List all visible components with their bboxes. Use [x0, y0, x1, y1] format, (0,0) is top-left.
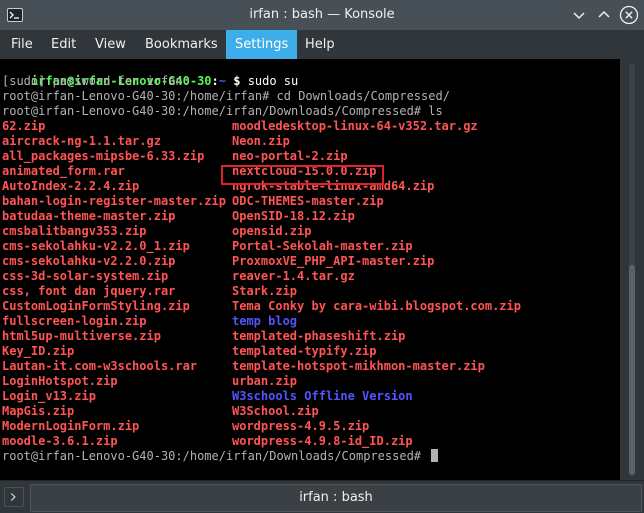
file-entry: neo-portal-2.zip — [232, 149, 348, 163]
title-bar[interactable]: irfan : bash — Konsole — [0, 0, 644, 30]
file-entry: LoginHotspot.zip — [2, 374, 118, 388]
output-line: root@irfan-Lenovo-G40-30:/home/irfan/Dow… — [2, 104, 443, 118]
tab-bar: irfan : bash — [0, 480, 644, 513]
file-entry: wordpress-4.9.8-id_ID.zip — [232, 434, 413, 448]
output-line: [sudo] password for irfan: — [2, 74, 190, 88]
file-entry: AutoIndex-2.2.4.zip — [2, 179, 140, 193]
close-icon[interactable] — [619, 5, 639, 25]
file-entry: Key_ID.zip — [2, 344, 75, 358]
file-entry: Stark.zip — [232, 284, 298, 298]
file-entry: CustomLoginFormStyling.zip — [2, 299, 190, 313]
output-line: root@irfan-Lenovo-G40-30:/home/irfan# cd… — [2, 89, 450, 103]
prompt-separator: : — [211, 74, 219, 88]
maximize-icon[interactable] — [594, 5, 614, 25]
file-entry: opensid.zip — [232, 224, 312, 238]
file-entry: moodledesktop-linux-64-v352.tar.gz — [232, 119, 478, 133]
minimize-icon[interactable] — [569, 5, 589, 25]
menu-view[interactable]: View — [86, 30, 135, 59]
file-entry: Lautan-it.com-w3schools.rar — [2, 359, 198, 373]
menu-edit[interactable]: Edit — [42, 30, 85, 59]
highlight-annotation-box — [221, 165, 384, 185]
file-entry: MapGis.zip — [2, 404, 75, 418]
menu-file[interactable]: File — [2, 30, 42, 59]
prompt-line: irfan@irfan-Lenovo-G40-30:~ $ sudo su — [2, 59, 298, 88]
file-entry: moodle-3.6.1.zip — [2, 434, 118, 448]
file-entry: reaver-1.4.tar.gz — [232, 269, 355, 283]
file-entry: ODC-THEMES-master.zip — [232, 194, 384, 208]
window-title: irfan : bash — Konsole — [249, 7, 395, 22]
file-entry: cms-sekolahku-v2.2.0_1.zip — [2, 239, 190, 253]
final-prompt-line: root@irfan-Lenovo-G40-30:/home/irfan/Dow… — [2, 449, 439, 464]
file-entry: templated-typify.zip — [232, 344, 377, 358]
file-entry: urban.zip — [232, 374, 298, 388]
prompt-dollar: $ — [226, 74, 248, 88]
file-entry: css-3d-solar-system.zip — [2, 269, 169, 283]
file-entry: Login_v13.zip — [2, 389, 96, 403]
tab-irfan-bash[interactable]: irfan : bash — [30, 484, 642, 512]
file-entry: bahan-login-register-master.zip — [2, 194, 226, 208]
final-prompt: root@irfan-Lenovo-G40-30:/home/irfan/Dow… — [2, 449, 429, 463]
menu-help[interactable]: Help — [296, 30, 344, 59]
file-entry: cms-sekolahku-v2.2.0.zip — [2, 254, 176, 268]
new-tab-icon[interactable] — [4, 487, 24, 507]
file-entry: Neon.zip — [232, 134, 290, 148]
file-entry: Portal-Sekolah-master.zip — [232, 239, 413, 253]
file-entry: ProxmoxVE_PHP_API-master.zip — [232, 254, 435, 268]
file-entry: template-hotspot-mikhmon-master.zip — [232, 359, 485, 373]
file-entry: 62.zip — [2, 119, 46, 133]
file-entry: cmsbalitbangv353.zip — [2, 224, 147, 238]
menu-bookmarks[interactable]: Bookmarks — [136, 30, 227, 59]
scrollbar-thumb[interactable] — [629, 265, 635, 475]
file-entry: W3schools Offline Version — [232, 389, 413, 403]
menu-settings[interactable]: Settings — [226, 30, 298, 59]
file-entry: wordpress-4.9.5.zip — [232, 419, 370, 433]
file-entry: aircrack-ng-1.1.tar.gz — [2, 134, 161, 148]
file-entry: Tema Conky by cara-wibi.blogspot.com.zip — [232, 299, 521, 313]
file-entry: fullscreen-login.zip — [2, 314, 147, 328]
file-entry: temp blog — [232, 314, 298, 328]
menu-bar: File Edit View Bookmarks Settings Help — [0, 30, 644, 59]
file-entry: css, font dan jquery.rar — [2, 284, 176, 298]
command-text: sudo su — [247, 74, 299, 88]
prompt-path: ~ — [218, 74, 226, 88]
file-entry: animated_form.rar — [2, 164, 125, 178]
file-entry: all_packages-mipsbe-6.33.zip — [2, 149, 205, 163]
file-entry: html5up-multiverse.zip — [2, 329, 161, 343]
terminal-output[interactable]: irfan@irfan-Lenovo-G40-30:~ $ sudo su [s… — [0, 59, 620, 480]
file-entry: W3School.zip — [232, 404, 319, 418]
file-entry: OpenSID-18.12.zip — [232, 209, 355, 223]
text-cursor — [431, 449, 439, 462]
scrollbar[interactable] — [620, 59, 644, 480]
file-entry: ModernLoginForm.zip — [2, 419, 140, 433]
file-entry: templated-phaseshift.zip — [232, 329, 406, 343]
file-entry: batudaa-theme-master.zip — [2, 209, 176, 223]
